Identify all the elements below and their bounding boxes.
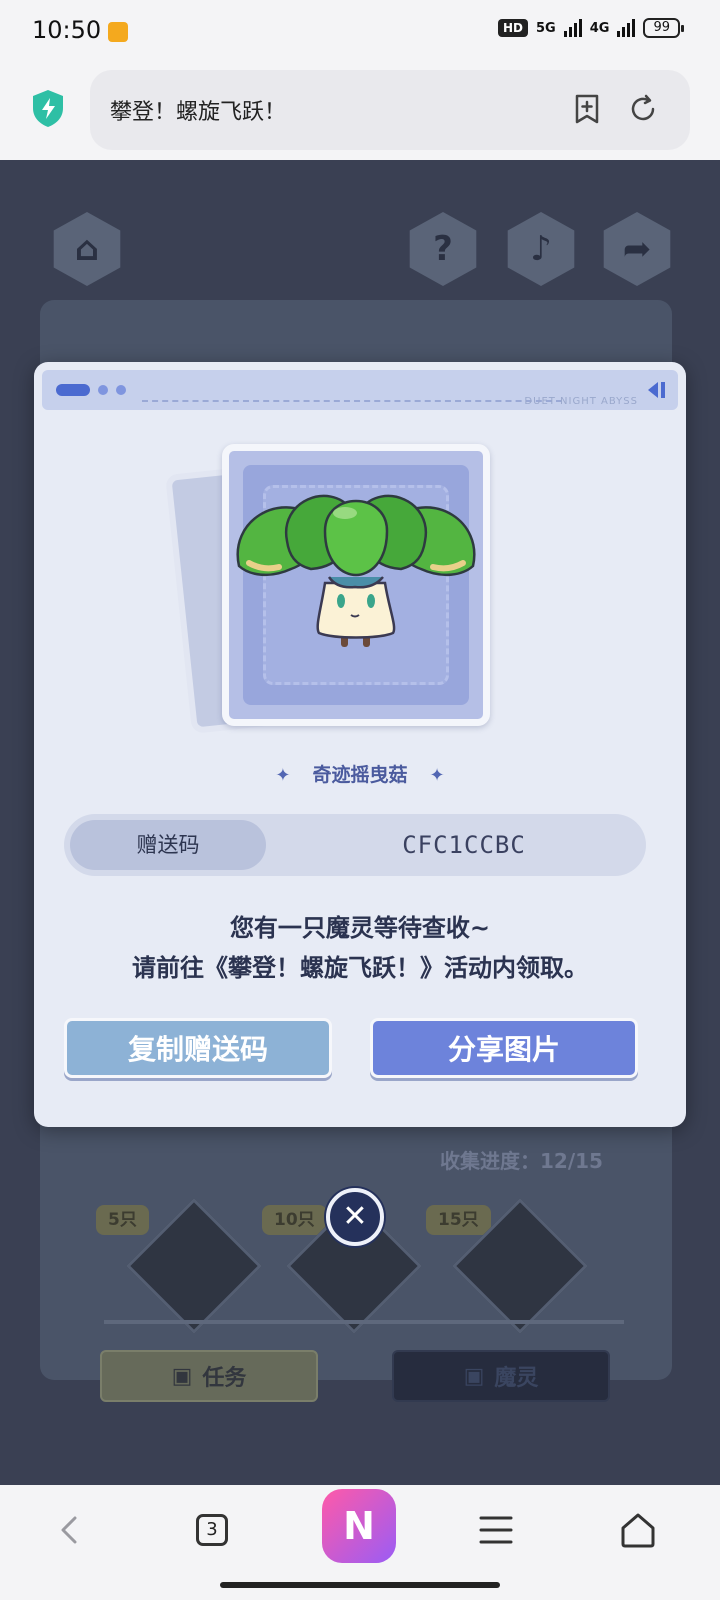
add-bookmark-icon[interactable] <box>570 92 604 126</box>
character-card <box>222 444 490 726</box>
mushroom-character-image <box>236 494 476 647</box>
home-icon[interactable] <box>618 1510 658 1550</box>
copy-gift-code-button[interactable]: 复制赠送码 <box>64 1018 332 1078</box>
notification-icon <box>108 22 128 42</box>
home-button[interactable] <box>598 1495 678 1565</box>
spirit-icon: ▣ <box>463 1363 485 1389</box>
gift-code-dialog: DUET NIGHT ABYSS ✦ 奇迹摇曳菇 ✦ 赠送码 CFC1CCBC … <box>34 362 686 1127</box>
home-icon: ⌂ <box>53 212 121 286</box>
tab-spirit-label: 魔灵 <box>494 1366 539 1391</box>
ai-assistant-button[interactable]: N <box>322 1489 396 1563</box>
milestone-badge: 15只 <box>426 1205 491 1235</box>
network-4g-label: 4G <box>589 20 610 36</box>
menu-icon[interactable] <box>478 1513 514 1547</box>
header-decoration <box>56 384 90 396</box>
menu-button[interactable] <box>456 1495 536 1565</box>
header-arrow-icon <box>648 382 665 398</box>
sparkle-icon: ✦ <box>429 765 445 786</box>
tab-task-label: 任务 <box>202 1366 247 1391</box>
header-divider <box>142 400 562 402</box>
header-dot <box>116 385 126 395</box>
sparkle-icon: ✦ <box>275 765 291 786</box>
progress-track <box>104 1320 624 1324</box>
character-name: 奇迹摇曳菇 <box>312 764 408 786</box>
network-5g-label: 5G <box>536 20 556 36</box>
security-shield-icon[interactable] <box>30 88 66 128</box>
header-dot <box>98 385 108 395</box>
music-icon: ♪ <box>507 212 575 286</box>
tab-count-icon[interactable]: 3 <box>196 1514 228 1546</box>
status-bar: 10:50 HD 5G 4G 99 <box>0 0 720 62</box>
character-name-row: ✦ 奇迹摇曳菇 ✦ <box>34 760 686 787</box>
signal-4g-icon <box>617 19 636 37</box>
status-indicators: HD 5G 4G 99 <box>498 18 684 38</box>
reload-icon[interactable] <box>626 92 660 126</box>
status-time: 10:50 <box>32 16 102 44</box>
tabs-button[interactable]: 3 <box>172 1495 252 1565</box>
tab-spirit: ▣ 魔灵 <box>392 1350 610 1402</box>
close-icon[interactable]: ✕ <box>330 1192 380 1242</box>
home-indicator <box>220 1582 500 1588</box>
battery-icon: 99 <box>643 18 684 38</box>
message-line-1: 您有一只魔灵等待查收~ <box>229 914 491 942</box>
gift-code-value[interactable]: CFC1CCBC <box>304 814 624 876</box>
page-title[interactable]: 攀登！螺旋飞跃！ <box>110 94 286 126</box>
hd-voice-icon: HD <box>498 19 529 37</box>
dialog-header: DUET NIGHT ABYSS <box>42 370 678 410</box>
milestone-badge: 5只 <box>96 1205 149 1235</box>
browser-address-area: 攀登！螺旋飞跃！ <box>0 62 720 160</box>
share-image-button[interactable]: 分享图片 <box>370 1018 638 1078</box>
tab-task: ▣ 任务 <box>100 1350 318 1402</box>
collection-progress: 收集进度：12/15 <box>440 1149 603 1173</box>
brand-label: DUET NIGHT ABYSS <box>524 396 638 407</box>
close-dialog-button[interactable]: ✕ <box>326 1188 384 1246</box>
help-icon: ? <box>409 212 477 286</box>
signal-5g-icon <box>563 19 582 37</box>
gift-code-label: 赠送码 <box>70 820 266 870</box>
browser-bottom-nav: 3 N <box>0 1485 720 1600</box>
message-line-2: 请前往《攀登！螺旋飞跃！》活动内领取。 <box>132 954 588 982</box>
address-bar[interactable]: 攀登！螺旋飞跃！ <box>90 70 690 150</box>
share-icon: ➦ <box>603 212 671 286</box>
gift-code-bar: 赠送码 CFC1CCBC <box>64 814 646 876</box>
back-button[interactable] <box>30 1495 110 1565</box>
back-arrow-icon[interactable] <box>55 1510 85 1550</box>
game-page: ⌂ ? ♪ ➦ 收集进度：12/15 5只 10只 15只 ▣ 任务 ▣ 魔灵 DU… <box>0 160 720 1485</box>
task-icon: ▣ <box>171 1363 193 1389</box>
milestone-badge: 10只 <box>262 1205 327 1235</box>
